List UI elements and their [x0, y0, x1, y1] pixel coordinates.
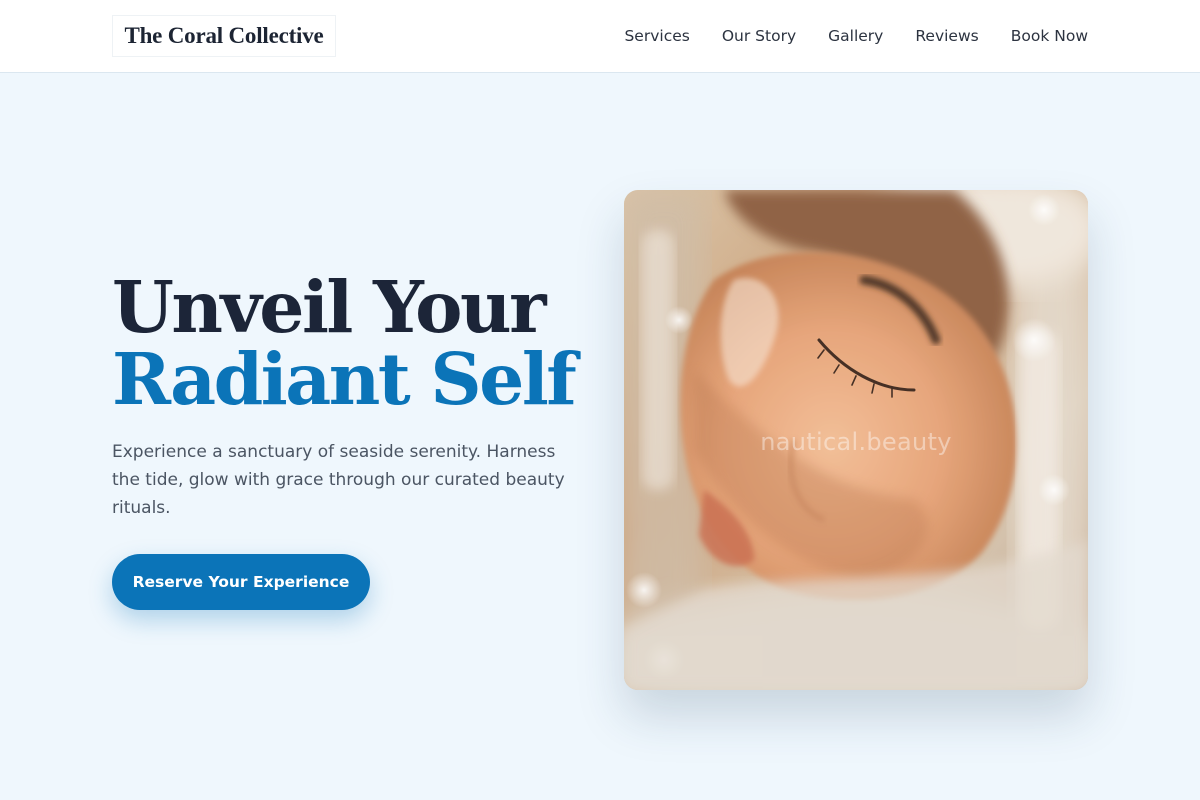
logo[interactable]: The Coral Collective [112, 15, 336, 57]
nav-link-gallery[interactable]: Gallery [828, 27, 883, 45]
hero-description: Experience a sanctuary of seaside sereni… [112, 442, 565, 518]
reserve-experience-button[interactable]: Reserve Your Experience [112, 554, 370, 610]
nav-link-services[interactable]: Services [624, 27, 689, 45]
hero-title-line1: Unveil Your [112, 265, 547, 349]
nav-link-book-now[interactable]: Book Now [1011, 27, 1088, 45]
site-header: The Coral Collective Services Our Story … [0, 0, 1200, 73]
nav-link-reviews[interactable]: Reviews [915, 27, 978, 45]
hero-title: Unveil Your Radiant Self [112, 271, 632, 415]
logo-text: The Coral Collective [124, 23, 324, 48]
image-watermark: nautical.beauty [760, 428, 952, 456]
main-nav: Services Our Story Gallery Reviews Book … [624, 24, 1088, 48]
hero-title-line2: Radiant Self [112, 337, 577, 421]
nav-link-our-story[interactable]: Our Story [722, 27, 796, 45]
hero-image: nautical.beauty [624, 190, 1088, 690]
